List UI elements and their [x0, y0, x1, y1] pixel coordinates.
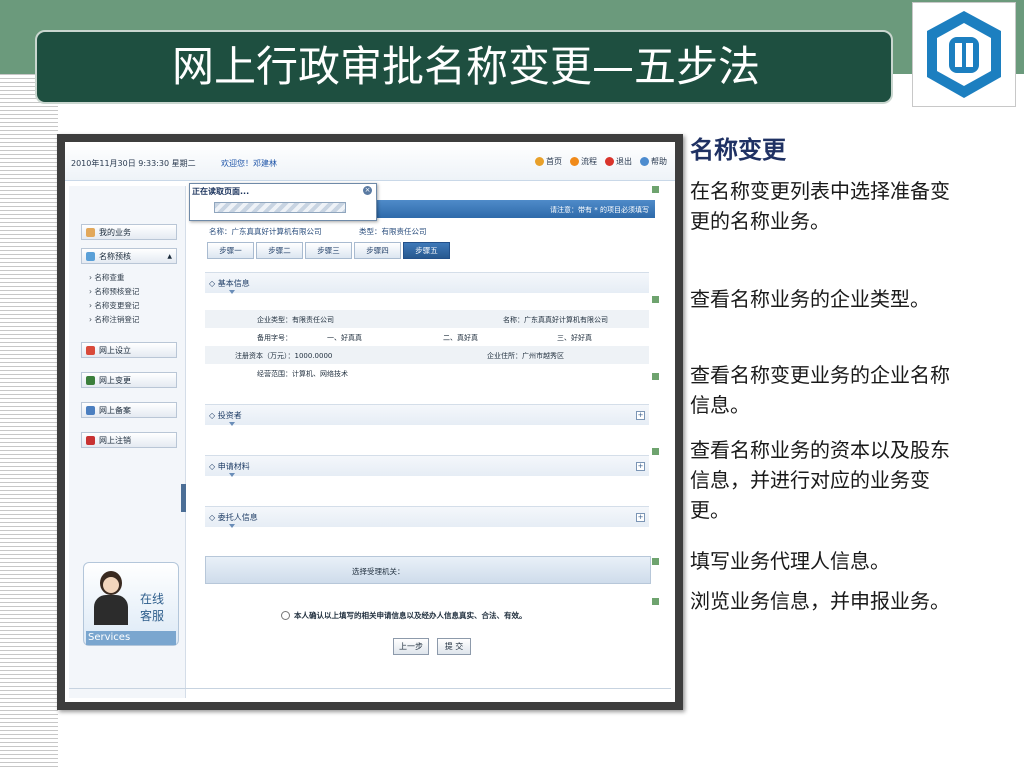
- main-content: 请注意：带有 * 的项目必须填写 名称：广东真真好计算机有限公司 类型：有限责任…: [189, 186, 655, 698]
- paragraph-1: 在名称变更列表中选择准备变更的名称业务。: [690, 179, 950, 233]
- company-logo: [912, 2, 1016, 107]
- process-link[interactable]: 流程: [570, 156, 597, 167]
- welcome-user: 欢迎您！邓建林: [221, 159, 277, 168]
- confirm-statement: 本人确认以上填写的相关申请信息以及经办人信息真实、合法、有效。: [281, 610, 527, 621]
- sidebar: 我的业务 名称预核 ▲ › 名称查重 › 名称预核登记 › 名称变更登记 › 名称…: [69, 186, 186, 698]
- alt-names-label: 备用字号：: [257, 334, 292, 342]
- service-label-line1: 在线: [140, 592, 165, 606]
- services-label: Services: [86, 631, 176, 645]
- alt-name-2: 二、真好真: [443, 334, 478, 342]
- process-icon: [570, 157, 579, 166]
- tab-step-1[interactable]: 步骤一: [207, 242, 254, 259]
- tab-step-3[interactable]: 步骤三: [305, 242, 352, 259]
- bullet-icon: [652, 448, 659, 455]
- online-service-widget[interactable]: 在线 客服 Services: [83, 562, 179, 646]
- app-screenshot: 2010年11月30日 9:33:30 星期二 欢迎您！邓建林 首页 流程 退出…: [57, 134, 683, 710]
- app-topbar: 2010年11月30日 9:33:30 星期二 欢迎您！邓建林 首页 流程 退出…: [65, 142, 675, 181]
- paragraph-5: 填写业务代理人信息。: [690, 549, 890, 573]
- alt-name-3: 三、好好真: [557, 334, 592, 342]
- expand-icon[interactable]: +: [636, 462, 645, 471]
- bullet-icon: [652, 186, 659, 193]
- expand-icon[interactable]: +: [636, 513, 645, 522]
- collapse-icon: ▲: [167, 252, 172, 260]
- sidebar-subitem[interactable]: › 名称注销登记: [89, 314, 139, 325]
- document-edit-icon: [86, 375, 95, 385]
- cancel-icon: [86, 435, 95, 445]
- sidebar-subitem[interactable]: › 名称预核登记: [89, 286, 139, 297]
- slide-title: 网上行政审批名称变更—五步法: [171, 42, 760, 91]
- loading-progress-bar: [214, 202, 346, 213]
- confirm-radio[interactable]: [281, 611, 290, 620]
- section-heading: 名称变更: [690, 136, 786, 164]
- decorative-stripes: [0, 74, 58, 768]
- loading-title: 正在读取页面...: [192, 187, 250, 196]
- sidebar-item-name-precheck[interactable]: 名称预核 ▲: [81, 248, 177, 264]
- tab-step-4[interactable]: 步骤四: [354, 242, 401, 259]
- sidebar-subitem[interactable]: › 名称变更登记: [89, 300, 139, 311]
- title-banner: 网上行政审批名称变更—五步法: [35, 30, 893, 104]
- help-link[interactable]: 帮助: [640, 156, 667, 167]
- expand-icon[interactable]: +: [636, 411, 645, 420]
- accepting-authority-select[interactable]: 选择受理机关：: [205, 556, 651, 584]
- help-icon: [640, 157, 649, 166]
- tab-step-2[interactable]: 步骤二: [256, 242, 303, 259]
- logout-icon: [605, 157, 614, 166]
- sidebar-item-my-business[interactable]: 我的业务: [81, 224, 177, 240]
- sidebar-item-online-cancel[interactable]: 网上注销: [81, 432, 177, 448]
- close-icon[interactable]: ×: [363, 186, 372, 195]
- logout-link[interactable]: 退出: [605, 156, 632, 167]
- divider: [69, 688, 671, 689]
- capital-value: 注册资本（万元）：1000.0000: [235, 352, 333, 360]
- sidebar-subitem[interactable]: › 名称查重: [89, 272, 124, 283]
- sidebar-item-online-change[interactable]: 网上变更: [81, 372, 177, 388]
- user-icon: [86, 227, 95, 237]
- bullet-icon: [652, 598, 659, 605]
- user-check-icon: [86, 251, 95, 261]
- company-type-line: 类型：有限责任公司: [359, 227, 427, 236]
- chevron-down-icon: [229, 290, 235, 294]
- sidebar-toggle-handle[interactable]: [181, 484, 186, 512]
- submit-button[interactable]: 提 交: [437, 638, 471, 655]
- required-notice: 请注意：带有 * 的项目必须填写: [550, 206, 649, 214]
- chevron-down-icon: [229, 473, 235, 477]
- section-investors[interactable]: ◇ 投资者 +: [205, 404, 649, 426]
- paragraph-2: 查看名称业务的企业类型。: [690, 287, 930, 311]
- paragraph-6: 浏览业务信息，并申报业务。: [690, 589, 950, 613]
- sidebar-item-online-setup[interactable]: 网上设立: [81, 342, 177, 358]
- company-name-value: 名称：广东真真好计算机有限公司: [503, 316, 608, 324]
- paragraph-3: 查看名称变更业务的企业名称信息。: [690, 363, 950, 417]
- home-icon: [535, 157, 544, 166]
- paragraph-4: 查看名称业务的资本以及股东信息，并进行对应的业务变更。: [690, 438, 950, 522]
- company-logo-icon: [927, 11, 1001, 98]
- service-label-line2: 客服: [140, 609, 165, 623]
- record-icon: [86, 405, 95, 415]
- section-basic-info[interactable]: ◇ 基本信息: [205, 272, 649, 294]
- address-value: 企业住所：广州市越秀区: [487, 352, 564, 360]
- section-agent-info[interactable]: ◇ 委托人信息 +: [205, 506, 649, 528]
- sidebar-item-online-record[interactable]: 网上备案: [81, 402, 177, 418]
- flag-icon: [86, 345, 95, 355]
- chevron-down-icon: [229, 524, 235, 528]
- loading-dialog: 正在读取页面... ×: [189, 183, 377, 221]
- datetime: 2010年11月30日 9:33:30 星期二: [71, 159, 196, 168]
- bullet-icon: [652, 296, 659, 303]
- prev-step-button[interactable]: 上一步: [393, 638, 429, 655]
- bullet-icon: [652, 558, 659, 565]
- alt-name-1: 一、好真真: [327, 334, 362, 342]
- section-materials[interactable]: ◇ 申请材料 +: [205, 455, 649, 477]
- company-type-value: 企业类型：有限责任公司: [257, 316, 334, 324]
- business-scope-value: 经营范围：计算机、网络技术: [257, 370, 348, 378]
- chevron-down-icon: [229, 422, 235, 426]
- tab-step-5[interactable]: 步骤五: [403, 242, 450, 259]
- company-name-line: 名称：广东真真好计算机有限公司: [209, 227, 322, 236]
- home-link[interactable]: 首页: [535, 156, 562, 167]
- bullet-icon: [652, 373, 659, 380]
- step-tabs: 步骤一 步骤二 步骤三 步骤四 步骤五: [207, 242, 450, 259]
